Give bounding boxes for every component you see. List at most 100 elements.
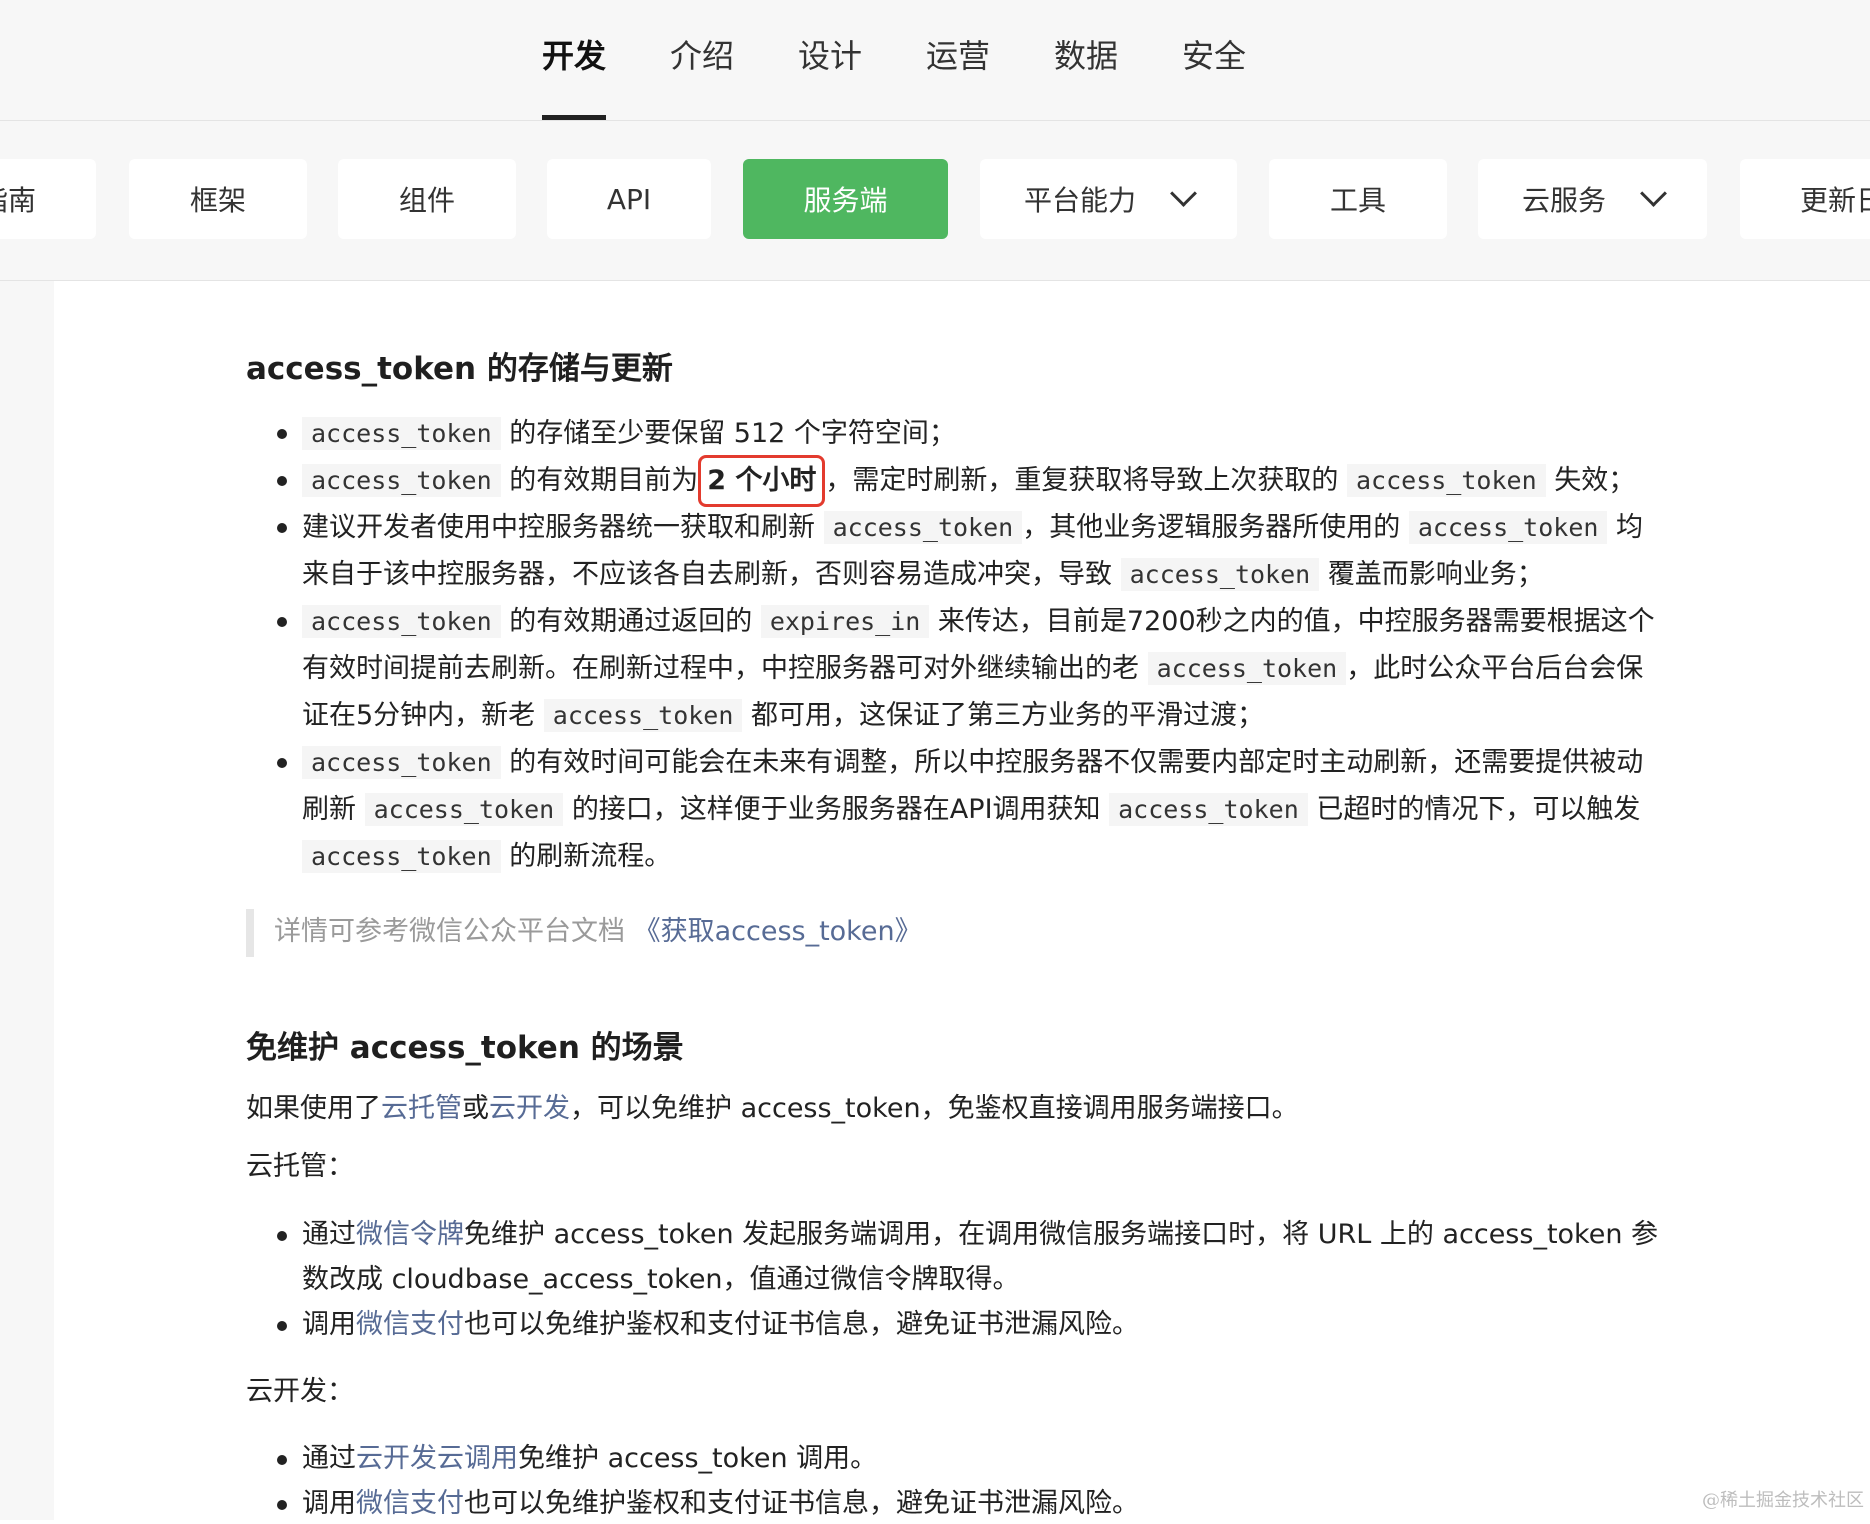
bullet-dot [277,429,287,439]
subnav-platform-capability[interactable]: 平台能力 [980,159,1237,239]
chevron-down-icon [1640,179,1667,207]
active-tab-underline [542,115,606,120]
list-item: access_token 的有效期目前为 2 个小时 ，需定时刷新，重复获取将导致上… [302,455,1636,507]
bullet-dot [277,1500,287,1510]
text: 也可以免维护鉴权和支付证书信息，避免证书泄漏风险。 [464,1309,1139,1340]
subnav-api-label: API [606,182,652,216]
top-nav: 开发 介绍 设计 运营 数据 安全 [0,0,1870,121]
list-item: access_token 的有效时间可能会在未来有调整，所以中控服务器不仅需要内… [302,743,1643,783]
code-term: access_token [1347,464,1546,497]
quote-text: 详情可参考微信公众平台文档 [274,916,625,947]
link-cloudbase-call[interactable]: 云开发云调用 [356,1443,518,1474]
tab-data[interactable]: 数据 [1054,32,1118,80]
link-wechat-pay[interactable]: 微信支付 [356,1488,464,1519]
bullet-dot [277,617,287,627]
tab-develop[interactable]: 开发 [542,32,606,80]
text: ，需定时刷新，重复获取将导致上次获取的 [825,465,1339,496]
list-item-cont: 数改成 cloudbase_access_token，值通过微信令牌取得。 [302,1264,1020,1295]
link-cloudrun[interactable]: 云托管 [381,1093,462,1124]
list-item-cont: 来自于该中控服务器，不应该各自去刷新，否则容易造成冲突，导致 access_to… [302,555,1544,595]
text: 失效； [1554,465,1636,496]
cloudrun-label: 云托管： [246,1151,354,1182]
link-wechat-pay[interactable]: 微信支付 [356,1309,464,1340]
text: 免维护 access_token 调用。 [518,1443,878,1474]
subnav-server-label: 服务端 [803,184,888,217]
link-wechat-token[interactable]: 微信令牌 [356,1219,464,1250]
subnav-tools-label: 工具 [1329,184,1386,217]
text: 已超时的情况下，可以触发 [1316,794,1641,825]
code-term: access_token [1120,558,1320,591]
list-item: 通过云开发云调用免维护 access_token 调用。 [302,1439,877,1479]
subnav-tools[interactable]: 工具 [1269,159,1447,239]
subnav-components[interactable]: 组件 [338,159,516,239]
intro-paragraph: 如果使用了云托管或云开发，可以免维护 access_token，免鉴权直接调用服… [246,1089,1299,1129]
tab-operations[interactable]: 运营 [926,32,990,80]
tab-intro[interactable]: 介绍 [670,32,734,80]
list-item-cont: access_token 的刷新流程。 [302,837,671,877]
doc-link-get-access-token[interactable]: 《获取access_token》 [634,916,922,947]
list-item-cont: 证在5分钟内，新老 access_token 都可用，这保证了第三方业务的平滑过… [302,696,1264,736]
highlighted-text: 2 个小时 [698,455,826,507]
subnav-api[interactable]: API [547,159,711,239]
text: 通过 [302,1219,356,1250]
doc-content: access_token 的存储与更新 access_token 的存储至少要保… [0,281,1870,1520]
bullet-dot [277,1321,287,1331]
text: 证在5分钟内，新老 [302,700,536,731]
list-item: 建议开发者使用中控服务器统一获取和刷新 access_token ，其他业务逻辑服… [302,508,1643,548]
code-term: access_token [302,746,501,779]
subnav-changelog-label: 更新日 [1800,184,1870,217]
list-item-cont: 刷新 access_token 的接口，这样便于业务服务器在API调用获知 ac… [302,790,1640,830]
text: 有效时间提前去刷新。在刷新过程中，中控服务器可对外继续输出的老 [302,653,1139,684]
text: 刷新 [302,794,356,825]
tab-design[interactable]: 设计 [798,32,862,80]
text: 如果使用了 [246,1093,381,1124]
list-item: access_token 的有效期通过返回的 expires_in 来传达，目前… [302,602,1655,642]
text: 均 [1616,512,1644,543]
code-term: expires_in [760,605,930,638]
text: 的有效时间可能会在未来有调整，所以中控服务器不仅需要内部定时主动刷新，还需要提供… [509,747,1644,778]
code-term: access_token [543,699,743,732]
subnav-platform-label: 平台能力 [1023,184,1136,217]
text: 调用 [302,1309,356,1340]
code-term: access_token [302,464,501,497]
subnav-guide[interactable]: 指南 [0,159,96,239]
text: 的有效期目前为 [509,465,699,496]
blockquote-bar [246,909,254,957]
chevron-down-icon [1170,179,1197,207]
subnav-cloud-label: 云服务 [1521,184,1606,217]
subnav-framework[interactable]: 框架 [129,159,307,239]
tab-security[interactable]: 安全 [1182,32,1246,80]
blockquote: 详情可参考微信公众平台文档 《获取access_token》 [274,912,922,952]
bullet-dot [277,476,287,486]
link-cloudbase[interactable]: 云开发 [489,1093,570,1124]
text: 覆盖而影响业务； [1327,559,1544,590]
code-term: access_token [1109,793,1308,826]
text: 来自于该中控服务器，不应该各自去刷新，否则容易造成冲突，导致 [302,559,1112,590]
sub-nav: 指南 框架 组件 API 服务端 平台能力 工具 云服务 更新日 [0,121,1870,281]
bullet-dot [277,1455,287,1465]
subnav-framework-label: 框架 [189,184,246,217]
code-term: access_token [302,840,501,873]
subnav-cloud-service[interactable]: 云服务 [1478,159,1707,239]
code-term: access_token [302,417,501,450]
text: 的刷新流程。 [509,841,672,872]
bullet-dot [277,758,287,768]
text: 的存储至少要保留 512 个字符空间； [509,418,956,449]
text: 建议开发者使用中控服务器统一获取和刷新 [302,512,815,543]
code-term: access_token [1147,652,1347,685]
section-title-no-maintenance: 免维护 access_token 的场景 [246,1030,684,1066]
text: ，此时公众平台后台会保 [1346,653,1644,684]
text: ，可以免维护 access_token，免鉴权直接调用服务端接口。 [570,1093,1299,1124]
list-item: 通过微信令牌免维护 access_token 发起服务端调用，在调用微信服务端接… [302,1215,1658,1255]
bullet-dot [277,523,287,533]
bullet-dot [277,1231,287,1241]
subnav-server[interactable]: 服务端 [743,159,948,239]
code-term: access_token [364,793,564,826]
text: 都可用，这保证了第三方业务的平滑过渡； [751,700,1264,731]
subnav-changelog[interactable]: 更新日 [1740,159,1870,239]
text: 或 [462,1093,489,1124]
text: 免维护 access_token 发起服务端调用，在调用微信服务端接口时，将 U… [464,1219,1659,1250]
list-item: 调用微信支付也可以免维护鉴权和支付证书信息，避免证书泄漏风险。 [302,1484,1139,1524]
section-title-storage: access_token 的存储与更新 [246,351,673,387]
list-item-cont: 有效时间提前去刷新。在刷新过程中，中控服务器可对外继续输出的老 access_t… [302,649,1643,689]
